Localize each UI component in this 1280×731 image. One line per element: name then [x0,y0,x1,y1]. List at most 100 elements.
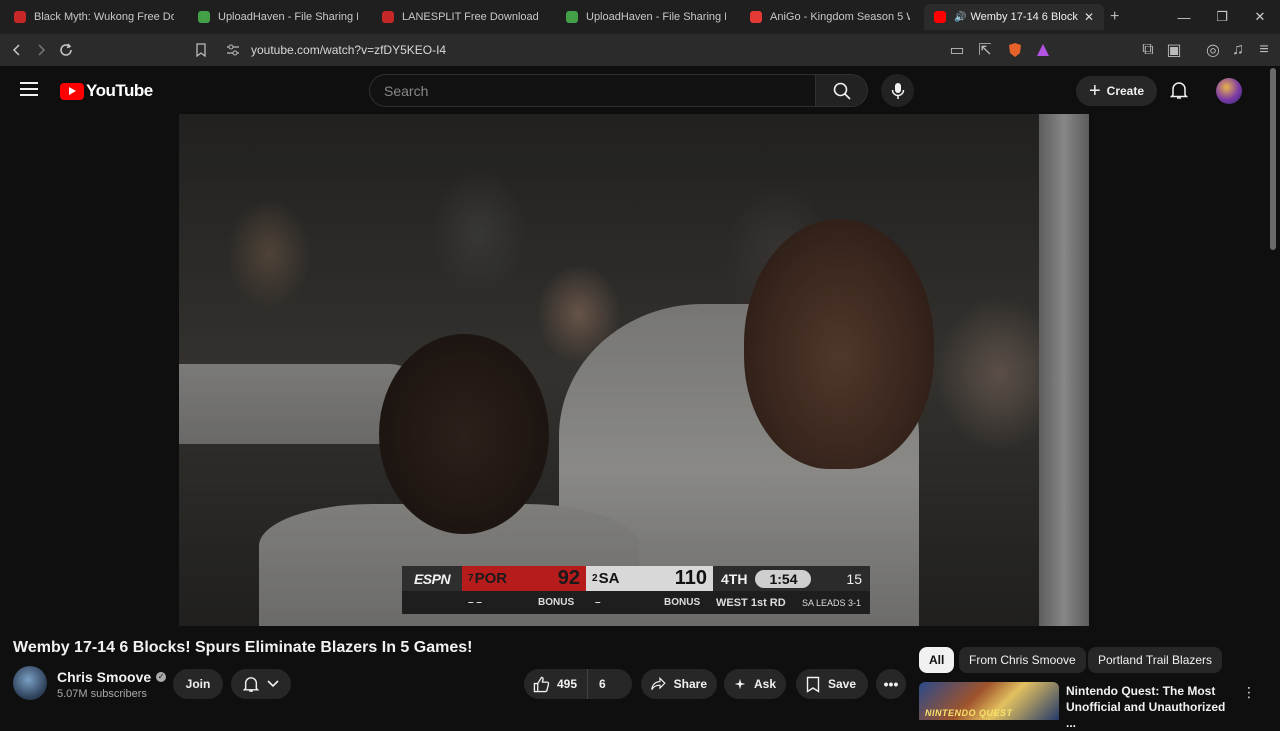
join-button[interactable]: Join [173,669,223,699]
home-team-score: 2 SA 110 [586,566,713,591]
ask-label: Ask [753,677,776,691]
more-actions-button[interactable]: ••• [876,669,906,699]
search-button[interactable] [816,74,868,107]
away-team: POR [474,570,508,587]
save-button[interactable]: Save [796,669,868,699]
create-button[interactable]: + Create [1076,76,1157,106]
sidebar-toggle-icon[interactable]: ▣ [1166,42,1182,59]
channel-name-text: Chris Smoove [57,669,152,685]
media-icon[interactable]: ♫ [1230,41,1246,58]
subscription-bell-button[interactable] [231,669,291,699]
shot-clock: 15 [846,570,862,587]
forward-button[interactable] [31,40,51,60]
search-placeholder: Search [384,82,429,99]
site-settings-icon[interactable] [225,42,241,58]
share-page-icon[interactable]: ⇱ [977,42,993,59]
page-scrollbar[interactable] [1270,68,1276,250]
tab-title: Wemby 17-14 6 Blocks! Spurs [970,11,1078,23]
dislike-count: 6 [599,677,606,691]
bookmark-icon[interactable] [193,42,209,58]
share-icon [651,676,666,690]
bell-icon [1170,82,1188,99]
url-field[interactable]: youtube.com/watch?v=zfDY5KEO-I4 [251,43,446,57]
youtube-wordmark: YouTube [86,81,153,100]
browser-tab[interactable]: UploadHaven - File Sharing Mad [188,4,368,30]
site-favicon-icon [382,11,394,23]
away-score: 92 [557,567,580,589]
series-status: SA LEADS 3-1 [802,598,862,608]
youtube-header: YouTube Search + Create [0,66,1280,114]
new-tab-button[interactable]: + [1110,8,1119,26]
brave-rewards-icon[interactable] [1035,42,1051,58]
browser-tab[interactable]: LANESPLIT Free Download » Ste [372,4,552,30]
dislike-button[interactable]: 6 [588,677,617,691]
home-timeouts: – [595,597,601,608]
notifications-button[interactable] [1170,80,1188,100]
thumbnail-text: NINTENDO QUEST [925,708,1013,718]
minimize-button[interactable]: — [1164,0,1204,34]
scorebug: ESPN 7 POR 92 2 SA 110 4TH 1:54 15 – – B… [402,566,870,614]
browser-tab-strip: Black Myth: Wukong Free Down UploadHaven… [0,0,1280,34]
back-arrow-icon [12,44,20,56]
like-dislike-group: 495 6 [524,669,632,699]
channel-avatar[interactable] [13,666,47,700]
away-team-score: 7 POR 92 [462,566,586,591]
site-favicon-icon [14,11,26,23]
more-horizontal-icon: ••• [883,676,899,692]
close-window-button[interactable]: ✕ [1240,0,1280,34]
network-logo: ESPN [402,566,462,591]
browser-tab[interactable]: Black Myth: Wukong Free Down [4,4,184,30]
tab-title: Black Myth: Wukong Free Down [34,11,174,23]
share-button[interactable]: Share [641,669,717,699]
recommendation-title[interactable]: Nintendo Quest: The Most Unofficial and … [1066,683,1226,731]
away-seed: 7 [468,573,474,584]
maximize-button[interactable]: ❐ [1202,0,1242,34]
menu-icon[interactable]: ≡ [1256,41,1272,58]
plus-icon: + [1088,79,1101,102]
channel-name[interactable]: Chris Smoove ✓ [57,669,167,685]
away-timeouts: – – [468,597,482,608]
home-bonus: BONUS [664,597,701,608]
audio-playing-icon: 🔊 [954,11,967,23]
chevron-down-icon [267,680,279,688]
vpn-icon[interactable]: ◎ [1205,42,1221,59]
ask-button[interactable]: Ask [724,669,786,699]
search-icon [833,82,851,100]
chip-from-channel[interactable]: From Chris Smoove [959,647,1086,673]
clock-time: 1:54 [755,569,812,588]
cast-icon[interactable]: ▭ [949,42,965,59]
browser-tab-active[interactable]: 🔊 Wemby 17-14 6 Blocks! Spurs ✕ [924,4,1104,30]
video-player[interactable]: ESPN 7 POR 92 2 SA 110 4TH 1:54 15 – – B… [179,114,1089,626]
away-bonus: BONUS [538,597,575,608]
youtube-logo[interactable]: YouTube [60,81,153,101]
back-button[interactable] [7,40,27,60]
browser-tab[interactable]: AniGo - Kingdom Season 5 Wat [740,4,920,30]
account-avatar[interactable] [1216,78,1242,104]
guide-menu-icon[interactable] [20,82,38,96]
video-title: Wemby 17-14 6 Blocks! Spurs Eliminate Bl… [13,639,473,656]
save-bookmark-icon [806,676,820,693]
verified-icon: ✓ [156,672,167,682]
more-vertical-icon[interactable]: ⋮ [1242,684,1256,701]
chip-topic[interactable]: Portland Trail Blazers [1088,647,1223,673]
search-input[interactable]: Search [369,74,816,107]
recommendation-thumbnail[interactable]: NINTENDO QUEST [919,682,1059,720]
close-tab-icon[interactable]: ✕ [1084,10,1094,24]
bell-icon [243,677,259,692]
reload-icon [60,43,72,56]
like-count: 495 [557,677,578,691]
share-label: Share [673,677,707,691]
home-seed: 2 [592,573,598,584]
tab-title: LANESPLIT Free Download » Ste [402,11,542,23]
reload-button[interactable] [56,40,76,60]
like-button[interactable]: 495 [524,669,589,699]
extensions-icon[interactable]: ⧉ [1140,41,1156,58]
tab-title: AniGo - Kingdom Season 5 Wat [770,11,910,23]
series-round: WEST 1st RD [716,597,786,609]
brave-shields-icon[interactable] [1007,42,1023,58]
voice-search-button[interactable] [881,74,914,107]
site-favicon-icon [566,11,578,23]
browser-tab[interactable]: UploadHaven - File Sharing Mad [556,4,736,30]
chip-all[interactable]: All [919,647,955,673]
save-label: Save [828,677,857,691]
